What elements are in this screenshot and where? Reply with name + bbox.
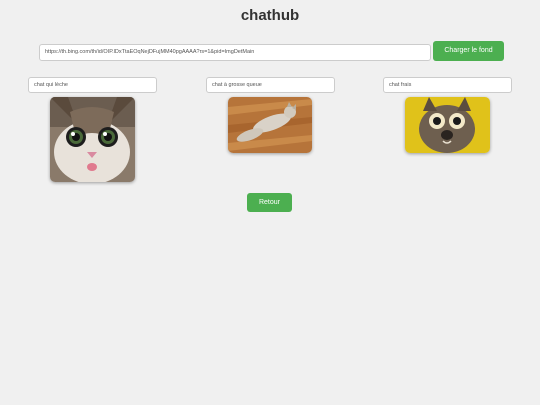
background-url-input[interactable] xyxy=(39,44,431,61)
cat-card-1-image xyxy=(50,97,135,182)
cat-card-3-image xyxy=(405,97,490,153)
cat-card-1-input[interactable] xyxy=(28,77,157,93)
page-title: chathub xyxy=(240,7,300,24)
cat-card-3-input[interactable] xyxy=(383,77,512,93)
back-button[interactable]: Retour xyxy=(247,193,292,212)
cat-card-2-input[interactable] xyxy=(206,77,335,93)
load-background-button[interactable]: Charger le fond xyxy=(433,41,504,61)
cat-card-2-image xyxy=(228,97,312,153)
